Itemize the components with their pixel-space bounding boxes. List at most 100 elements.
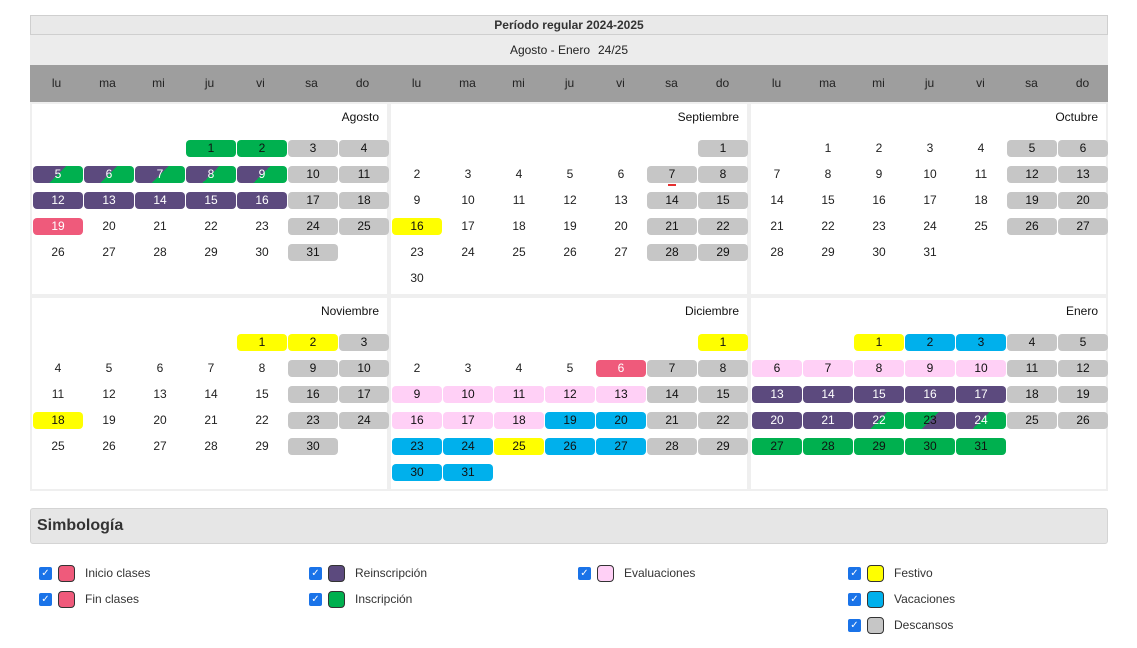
day-cell[interactable]: 14 bbox=[752, 192, 802, 209]
day-cell[interactable]: 3 bbox=[339, 334, 389, 351]
day-cell[interactable]: 17 bbox=[905, 192, 955, 209]
day-cell[interactable]: 27 bbox=[596, 438, 646, 455]
day-cell[interactable]: 9 bbox=[392, 386, 442, 403]
day-cell[interactable]: 2 bbox=[288, 334, 338, 351]
day-cell[interactable]: 13 bbox=[752, 386, 802, 403]
day-cell[interactable]: 15 bbox=[803, 192, 853, 209]
day-cell[interactable]: 20 bbox=[135, 412, 185, 429]
day-cell[interactable]: 25 bbox=[494, 244, 544, 261]
day-cell[interactable]: 20 bbox=[752, 412, 802, 429]
day-cell[interactable]: 8 bbox=[854, 360, 904, 377]
day-cell[interactable]: 26 bbox=[545, 438, 595, 455]
day-cell[interactable]: 12 bbox=[33, 192, 83, 209]
day-cell[interactable]: 8 bbox=[698, 360, 748, 377]
day-cell[interactable]: 18 bbox=[494, 218, 544, 235]
day-cell[interactable]: 19 bbox=[545, 218, 595, 235]
day-cell[interactable]: 28 bbox=[186, 438, 236, 455]
day-cell[interactable]: 23 bbox=[392, 244, 442, 261]
day-cell[interactable]: 5 bbox=[1058, 334, 1108, 351]
day-cell[interactable]: 23 bbox=[392, 438, 442, 455]
day-cell[interactable]: 9 bbox=[854, 166, 904, 183]
day-cell[interactable]: 3 bbox=[443, 360, 493, 377]
day-cell[interactable]: 7 bbox=[647, 360, 697, 377]
day-cell[interactable]: 14 bbox=[647, 386, 697, 403]
legend-item[interactable]: ✓ Festivo bbox=[848, 565, 1048, 583]
day-cell[interactable]: 22 bbox=[186, 218, 236, 235]
day-cell[interactable]: 6 bbox=[752, 360, 802, 377]
day-cell[interactable]: 24 bbox=[443, 244, 493, 261]
day-cell[interactable]: 24 bbox=[905, 218, 955, 235]
day-cell[interactable]: 2 bbox=[392, 166, 442, 183]
day-cell[interactable]: 3 bbox=[288, 140, 338, 157]
day-cell[interactable]: 28 bbox=[647, 438, 697, 455]
day-cell[interactable]: 6 bbox=[84, 166, 134, 183]
day-cell[interactable]: 6 bbox=[135, 360, 185, 377]
day-cell[interactable]: 24 bbox=[339, 412, 389, 429]
day-cell[interactable]: 13 bbox=[596, 386, 646, 403]
day-cell[interactable]: 9 bbox=[288, 360, 338, 377]
day-cell[interactable]: 7 bbox=[647, 166, 697, 183]
day-cell[interactable]: 30 bbox=[237, 244, 287, 261]
day-cell[interactable]: 27 bbox=[596, 244, 646, 261]
day-cell[interactable]: 11 bbox=[494, 386, 544, 403]
day-cell[interactable]: 4 bbox=[1007, 334, 1057, 351]
day-cell[interactable]: 15 bbox=[854, 386, 904, 403]
day-cell[interactable]: 20 bbox=[596, 412, 646, 429]
day-cell[interactable]: 26 bbox=[545, 244, 595, 261]
day-cell[interactable]: 16 bbox=[905, 386, 955, 403]
day-cell[interactable]: 17 bbox=[339, 386, 389, 403]
day-cell[interactable]: 31 bbox=[956, 438, 1006, 455]
day-cell[interactable]: 27 bbox=[1058, 218, 1108, 235]
day-cell[interactable]: 3 bbox=[905, 140, 955, 157]
day-cell[interactable]: 25 bbox=[1007, 412, 1057, 429]
day-cell[interactable]: 10 bbox=[956, 360, 1006, 377]
day-cell[interactable]: 26 bbox=[33, 244, 83, 261]
day-cell[interactable]: 13 bbox=[84, 192, 134, 209]
day-cell[interactable]: 29 bbox=[803, 244, 853, 261]
day-cell[interactable]: 21 bbox=[752, 218, 802, 235]
day-cell[interactable]: 25 bbox=[33, 438, 83, 455]
day-cell[interactable]: 4 bbox=[339, 140, 389, 157]
day-cell[interactable]: 3 bbox=[443, 166, 493, 183]
day-cell[interactable]: 14 bbox=[647, 192, 697, 209]
day-cell[interactable]: 25 bbox=[339, 218, 389, 235]
day-cell[interactable]: 7 bbox=[186, 360, 236, 377]
day-cell[interactable]: 27 bbox=[135, 438, 185, 455]
day-cell[interactable]: 12 bbox=[545, 192, 595, 209]
day-cell[interactable]: 29 bbox=[698, 244, 748, 261]
day-cell[interactable]: 21 bbox=[647, 412, 697, 429]
day-cell[interactable]: 17 bbox=[956, 386, 1006, 403]
day-cell[interactable]: 20 bbox=[84, 218, 134, 235]
day-cell[interactable]: 24 bbox=[956, 412, 1006, 429]
day-cell[interactable]: 28 bbox=[803, 438, 853, 455]
day-cell[interactable]: 19 bbox=[33, 218, 83, 235]
day-cell[interactable]: 23 bbox=[854, 218, 904, 235]
day-cell[interactable]: 18 bbox=[339, 192, 389, 209]
day-cell[interactable]: 10 bbox=[443, 192, 493, 209]
day-cell[interactable]: 24 bbox=[443, 438, 493, 455]
day-cell[interactable]: 4 bbox=[494, 360, 544, 377]
day-cell[interactable]: 1 bbox=[698, 334, 748, 351]
day-cell[interactable]: 10 bbox=[905, 166, 955, 183]
day-cell[interactable]: 2 bbox=[905, 334, 955, 351]
day-cell[interactable]: 22 bbox=[698, 412, 748, 429]
day-cell[interactable]: 27 bbox=[752, 438, 802, 455]
day-cell[interactable]: 19 bbox=[1058, 386, 1108, 403]
day-cell[interactable]: 4 bbox=[33, 360, 83, 377]
day-cell[interactable]: 30 bbox=[392, 464, 442, 481]
day-cell[interactable]: 11 bbox=[1007, 360, 1057, 377]
day-cell[interactable]: 22 bbox=[803, 218, 853, 235]
day-cell[interactable]: 5 bbox=[1007, 140, 1057, 157]
day-cell[interactable]: 17 bbox=[443, 412, 493, 429]
day-cell[interactable]: 30 bbox=[392, 270, 442, 287]
day-cell[interactable]: 26 bbox=[1007, 218, 1057, 235]
day-cell[interactable]: 10 bbox=[443, 386, 493, 403]
day-cell[interactable]: 16 bbox=[392, 218, 442, 235]
legend-checkbox[interactable]: ✓ bbox=[848, 567, 861, 580]
day-cell[interactable]: 28 bbox=[752, 244, 802, 261]
legend-checkbox[interactable]: ✓ bbox=[39, 567, 52, 580]
day-cell[interactable]: 14 bbox=[135, 192, 185, 209]
day-cell[interactable]: 12 bbox=[1058, 360, 1108, 377]
day-cell[interactable]: 5 bbox=[84, 360, 134, 377]
day-cell[interactable]: 18 bbox=[494, 412, 544, 429]
